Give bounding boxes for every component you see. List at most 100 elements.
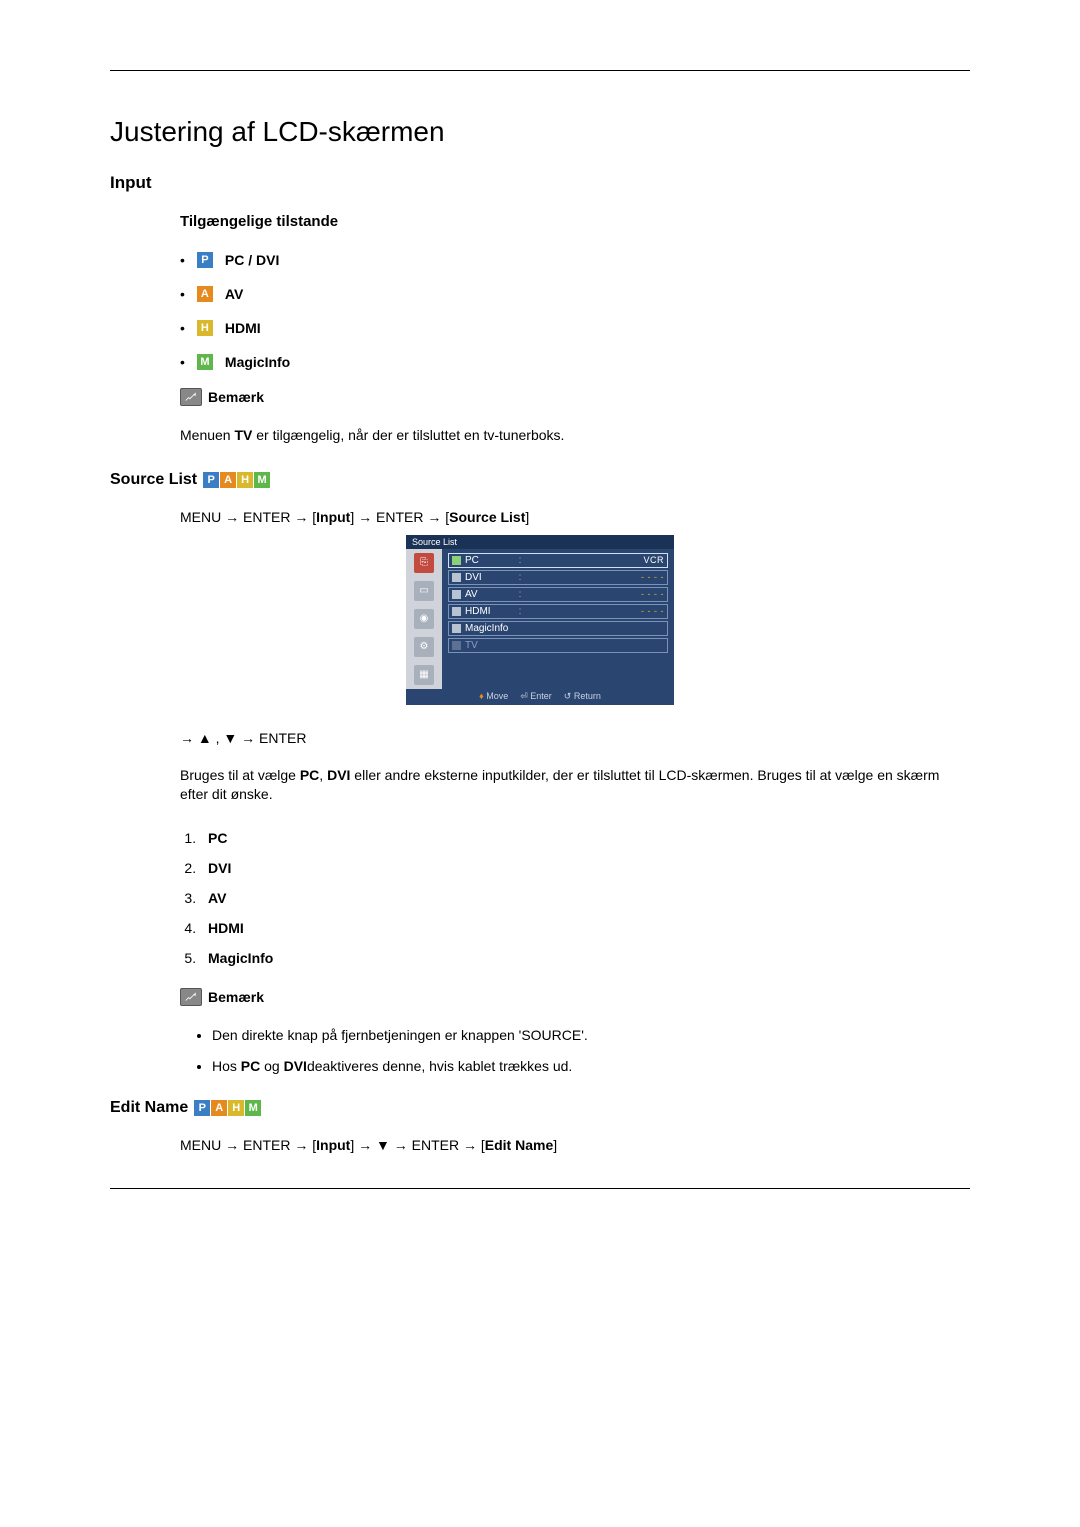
osd-row-value: - - - - [527,606,664,616]
osd-main: PC : VCR DVI : - - - - AV : - - - - [442,549,674,689]
osd-panel: Source List ⎘ ▭ ◉ ⚙ ▦ PC : VCR DVI [406,535,674,705]
note-seg: Hos [212,1058,241,1074]
input-heading: Input [110,173,970,193]
menu-path-seg: ] → ▼ → ENTER → [ [350,1137,484,1153]
note-text: Menuen TV er tilgængelig, når der er til… [180,426,970,446]
mode-label: HDMI [225,320,261,336]
osd-footer-move: ♦ Move [479,691,508,702]
notes-list: Den direkte knap på fjernbetjeningen er … [212,1026,970,1077]
mode-magicinfo: M MagicInfo [180,354,970,370]
h-icon: H [228,1100,244,1116]
note-text-bold: TV [234,427,252,443]
osd-screenshot: Source List ⎘ ▭ ◉ ⚙ ▦ PC : VCR DVI [110,535,970,705]
osd-colon: : [517,572,523,583]
osd-footer-enter: ⏎ Enter [520,691,552,702]
note-text-suffix: er tilgængelig, når der er tilsluttet en… [252,427,564,443]
modes-heading: Tilgængelige tilstande [180,213,970,230]
note-row: Bemærk [180,388,970,406]
osd-row-label: DVI [465,572,513,583]
osd-check-icon [452,556,461,565]
osd-body: ⎘ ▭ ◉ ⚙ ▦ PC : VCR DVI : - - - - [406,549,674,689]
modes-list: P PC / DVI A AV H HDMI M MagicInfo [180,252,970,370]
osd-side-icon: ⎘ [414,553,434,573]
footer-rule [110,1188,970,1189]
a-icon: A [211,1100,227,1116]
list-item: MagicInfo [200,950,970,966]
note-row: Bemærk [180,988,970,1006]
p-icon: P [194,1100,210,1116]
list-item-label: HDMI [208,920,244,936]
note-bold: DVI [284,1058,307,1074]
menu-path-seg: MENU → ENTER → [ [180,1137,316,1153]
pahm-badges: P A H M [203,472,270,488]
list-item-label: MagicInfo [208,950,273,966]
h-icon: H [237,472,253,488]
list-item: PC [200,830,970,846]
nav-instruction: → ▲ , ▼ → ENTER [180,730,970,746]
osd-row: DVI : - - - - [448,570,668,585]
osd-colon: : [517,555,523,566]
mode-pc-dvi: P PC / DVI [180,252,970,268]
osd-check-icon [452,607,461,616]
source-list-menu-path: MENU → ENTER → [Input] → ENTER → [Source… [180,509,970,525]
desc-bold: PC [300,767,319,783]
source-list-heading-text: Source List [110,471,197,489]
h-icon: H [197,320,213,336]
osd-footer-return: ↺ Return [564,691,601,702]
osd-row-label: PC [465,555,513,566]
osd-row-value: - - - - [527,572,664,582]
osd-colon: : [517,606,523,617]
note-seg: og [260,1058,283,1074]
osd-footer-return-label: Return [574,691,601,701]
osd-row: HDMI : - - - - [448,604,668,619]
list-item: Hos PC og DVIdeaktiveres denne, hvis kab… [212,1057,970,1077]
osd-side-icon: ▦ [414,665,434,685]
osd-row: MagicInfo [448,621,668,636]
pahm-badges: P A H M [194,1100,261,1116]
note-text-prefix: Menuen [180,427,234,443]
note-item-text: Den direkte knap på fjernbetjeningen er … [212,1027,588,1043]
osd-side-icon: ▭ [414,581,434,601]
osd-check-icon [452,573,461,582]
desc-seg: Bruges til at vælge [180,767,300,783]
note-label: Bemærk [208,989,264,1005]
osd-footer-move-label: Move [486,691,508,701]
list-item: Den direkte knap på fjernbetjeningen er … [212,1026,970,1046]
osd-row-value: VCR [527,555,664,565]
list-item-label: AV [208,890,226,906]
note-seg: deaktiveres denne, hvis kablet trækkes u… [307,1058,572,1074]
list-item: AV [200,890,970,906]
edit-name-heading-text: Edit Name [110,1099,188,1117]
p-icon: P [203,472,219,488]
osd-row-value: - - - - [527,589,664,599]
a-icon: A [197,286,213,302]
list-item: DVI [200,860,970,876]
header-rule [110,70,970,71]
menu-path-bold: Input [316,1137,350,1153]
source-items-list: PC DVI AV HDMI MagicInfo [200,830,970,966]
mode-av: A AV [180,286,970,302]
note-label: Bemærk [208,389,264,405]
source-list-heading: Source List P A H M [110,471,970,489]
osd-row-label: AV [465,589,513,600]
desc-bold: DVI [327,767,350,783]
osd-row-label: HDMI [465,606,513,617]
menu-path-seg: ] → ENTER → [ [350,509,449,525]
menu-path-seg: ] [553,1137,557,1153]
list-item: HDMI [200,920,970,936]
osd-check-icon [452,624,461,633]
mode-label: MagicInfo [225,354,290,370]
source-list-description: Bruges til at vælge PC, DVI eller andre … [180,766,970,805]
desc-seg: , [319,767,327,783]
osd-footer: ♦ Move ⏎ Enter ↺ Return [406,689,674,705]
osd-side-icon: ⚙ [414,637,434,657]
mode-label: AV [225,286,243,302]
edit-name-heading: Edit Name P A H M [110,1099,970,1117]
p-icon: P [197,252,213,268]
note-icon [180,388,202,406]
menu-path-seg: MENU → ENTER → [ [180,509,316,525]
osd-footer-enter-label: Enter [530,691,552,701]
menu-path-bold: Input [316,509,350,525]
osd-row: AV : - - - - [448,587,668,602]
menu-path-bold: Source List [449,509,525,525]
